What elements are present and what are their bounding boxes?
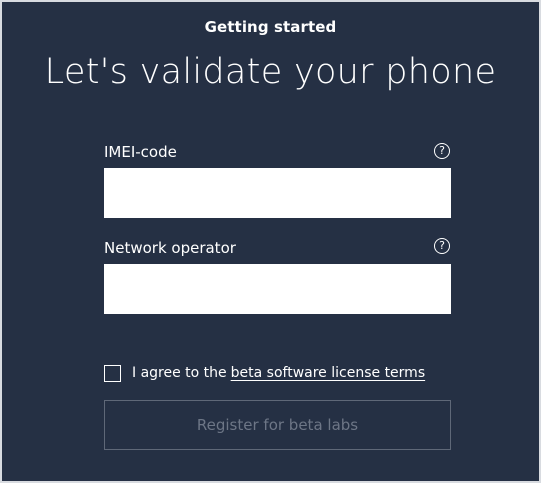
onboarding-panel: Getting started Let's validate your phon… [2,2,539,481]
agreement-row: I agree to the beta software license ter… [104,363,425,383]
page-title: Let's validate your phone [44,52,497,92]
network-operator-label: Network operator [104,239,236,257]
license-terms-link[interactable]: beta software license terms [231,365,425,381]
network-operator-help-icon[interactable]: ? [434,238,450,254]
imei-help-icon[interactable]: ? [434,143,450,159]
agree-label: I agree to the [132,365,227,381]
register-button[interactable]: Register for beta labs [104,400,451,450]
agree-checkbox[interactable] [104,364,121,382]
imei-input[interactable] [104,168,451,218]
network-operator-input[interactable] [104,264,451,314]
imei-label: IMEI-code [104,143,177,161]
step-subtitle: Getting started [204,18,337,36]
